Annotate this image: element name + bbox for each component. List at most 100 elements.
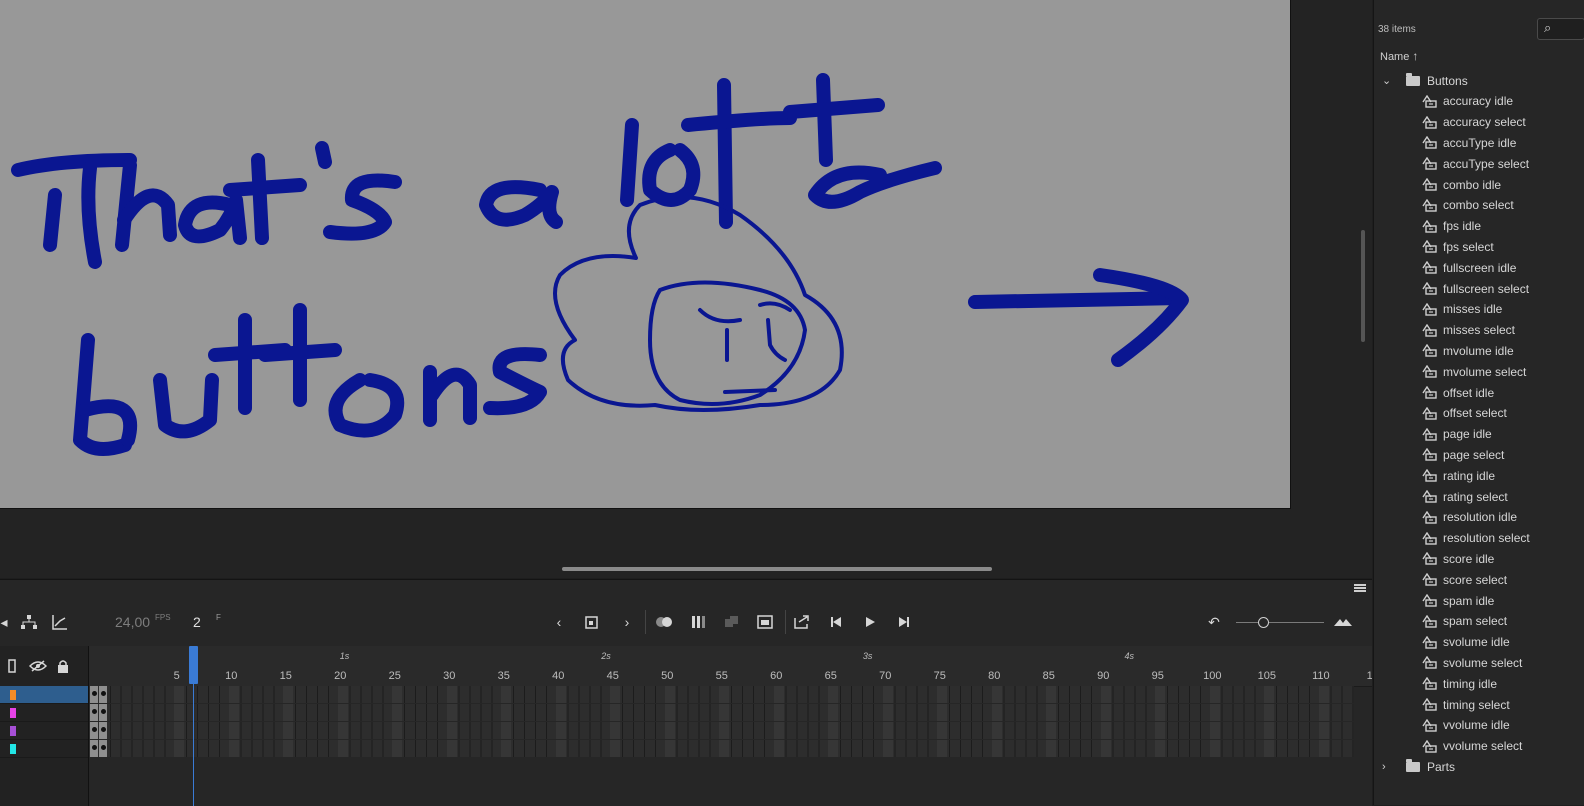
library-item[interactable]: timing select — [1374, 694, 1584, 715]
library-folder[interactable]: › Parts — [1374, 757, 1584, 778]
library-item-label: vvolume idle — [1443, 718, 1510, 733]
library-item[interactable]: fullscreen select — [1374, 278, 1584, 299]
library-item[interactable]: svolume idle — [1374, 632, 1584, 653]
frame-row[interactable] — [89, 740, 1354, 757]
library-item[interactable]: offset select — [1374, 403, 1584, 424]
layer-color-swatch[interactable] — [10, 744, 16, 754]
library-item[interactable]: resolution select — [1374, 528, 1584, 549]
layer-row[interactable] — [0, 704, 88, 722]
library-item[interactable]: fps select — [1374, 237, 1584, 258]
layer-row[interactable] — [0, 722, 88, 740]
create-classic-tween-icon[interactable] — [722, 612, 742, 632]
layer-color-swatch[interactable] — [10, 708, 16, 718]
keyframe[interactable] — [99, 740, 107, 757]
fps-value[interactable]: 24,00 — [115, 614, 150, 630]
timeline-zoom-knob[interactable] — [1258, 617, 1269, 628]
button-symbol-icon — [1422, 656, 1437, 670]
library-item[interactable]: resolution idle — [1374, 507, 1584, 528]
play-icon[interactable] — [860, 612, 880, 632]
layer-row[interactable] — [0, 740, 88, 758]
timeline-menu-icon[interactable] — [1354, 584, 1366, 592]
highlight-layers-icon[interactable] — [2, 656, 22, 676]
library-item[interactable]: accuType select — [1374, 153, 1584, 174]
library-item[interactable]: rating select — [1374, 486, 1584, 507]
timeline-zoom-slider[interactable] — [1236, 622, 1324, 623]
step-backward-icon[interactable] — [827, 612, 847, 632]
keyframe[interactable] — [90, 740, 98, 757]
library-item[interactable]: rating idle — [1374, 465, 1584, 486]
previous-keyframe-icon[interactable]: ‹ — [549, 612, 569, 632]
seconds-marker: 4s — [1124, 651, 1135, 661]
layer-color-swatch[interactable] — [10, 726, 16, 736]
graph-editor-icon[interactable] — [50, 612, 70, 632]
library-folder[interactable]: ⌄ Buttons — [1374, 70, 1584, 91]
edit-multiple-frames-icon[interactable] — [689, 612, 709, 632]
keyframe[interactable] — [99, 704, 107, 721]
insert-keyframe-icon[interactable] — [583, 612, 603, 632]
frame-row[interactable] — [89, 686, 1354, 703]
loop-playback-icon[interactable] — [792, 612, 812, 632]
reset-zoom-icon[interactable]: ↶ — [1204, 612, 1224, 632]
library-item[interactable]: page idle — [1374, 424, 1584, 445]
keyframe[interactable] — [99, 722, 107, 739]
library-item[interactable]: vvolume idle — [1374, 715, 1584, 736]
collapse-left-icon[interactable]: ◂ — [0, 612, 14, 632]
search-icon[interactable]: ⌕ — [1544, 20, 1551, 36]
library-item[interactable]: combo idle — [1374, 174, 1584, 195]
keyframe[interactable] — [90, 686, 98, 703]
fit-timeline-icon[interactable] — [1333, 612, 1353, 632]
layer-row[interactable] — [0, 686, 88, 704]
button-symbol-icon — [1422, 136, 1437, 150]
next-keyframe-icon[interactable]: › — [617, 612, 637, 632]
library-item[interactable]: misses select — [1374, 320, 1584, 341]
hide-all-layers-icon[interactable] — [28, 656, 48, 676]
keyframe[interactable] — [99, 686, 107, 703]
frame-ruler[interactable]: 1s 2s 3s 4s 5 10 15 20 25 30 35 40 45 50 55 60 65 70 75 80… — [89, 646, 1372, 687]
stage-vertical-scrollbar[interactable] — [1361, 230, 1365, 342]
library-item[interactable]: mvolume select — [1374, 361, 1584, 382]
library-item[interactable]: accuracy idle — [1374, 91, 1584, 112]
insert-tween-icon[interactable] — [755, 612, 775, 632]
frame-tick-label: 115 — [1366, 670, 1372, 682]
library-item[interactable]: page select — [1374, 445, 1584, 466]
library-item[interactable]: combo select — [1374, 195, 1584, 216]
folder-label: Buttons — [1427, 73, 1468, 88]
chevron-right-icon[interactable]: › — [1382, 761, 1394, 773]
current-frame-value[interactable]: 2 — [193, 614, 201, 630]
layer-color-swatch[interactable] — [10, 690, 16, 700]
library-item[interactable]: spam select — [1374, 611, 1584, 632]
library-search[interactable]: ⌕ — [1537, 18, 1584, 40]
layer-parenting-icon[interactable] — [19, 612, 39, 632]
stage-area[interactable] — [0, 0, 1372, 578]
stage-horizontal-scrollbar[interactable] — [562, 567, 992, 571]
button-symbol-icon — [1422, 198, 1437, 212]
library-item[interactable]: fps idle — [1374, 216, 1584, 237]
library-item[interactable]: score select — [1374, 569, 1584, 590]
playhead[interactable] — [189, 646, 198, 684]
frame-row[interactable] — [89, 722, 1354, 739]
library-item[interactable]: accuracy select — [1374, 112, 1584, 133]
stage-canvas[interactable] — [0, 0, 1291, 509]
library-item[interactable]: vvolume select — [1374, 736, 1584, 757]
library-item[interactable]: offset idle — [1374, 382, 1584, 403]
library-item[interactable]: timing idle — [1374, 673, 1584, 694]
library-item[interactable]: spam idle — [1374, 590, 1584, 611]
onion-skin-icon[interactable] — [654, 612, 674, 632]
frame-row[interactable] — [89, 704, 1354, 721]
library-item-label: score select — [1443, 572, 1508, 587]
keyframe[interactable] — [90, 722, 98, 739]
chevron-down-icon[interactable]: ⌄ — [1382, 74, 1394, 87]
library-item[interactable]: misses idle — [1374, 299, 1584, 320]
button-symbol-icon — [1422, 469, 1437, 482]
library-item[interactable]: score idle — [1374, 549, 1584, 570]
step-forward-icon[interactable] — [893, 612, 913, 632]
library-item[interactable]: accuType idle — [1374, 133, 1584, 154]
library-sort-name[interactable]: Name ↑ — [1380, 49, 1418, 63]
library-item[interactable]: svolume select — [1374, 653, 1584, 674]
lock-all-layers-icon[interactable] — [53, 656, 73, 676]
library-item[interactable]: fullscreen idle — [1374, 257, 1584, 278]
keyframe[interactable] — [90, 704, 98, 721]
frame-cells[interactable] — [89, 686, 1372, 758]
library-item[interactable]: mvolume idle — [1374, 341, 1584, 362]
frames-grid[interactable]: 1s 2s 3s 4s 5 10 15 20 25 30 35 40 45 50 55 60 65 70 75 80… — [89, 646, 1372, 806]
